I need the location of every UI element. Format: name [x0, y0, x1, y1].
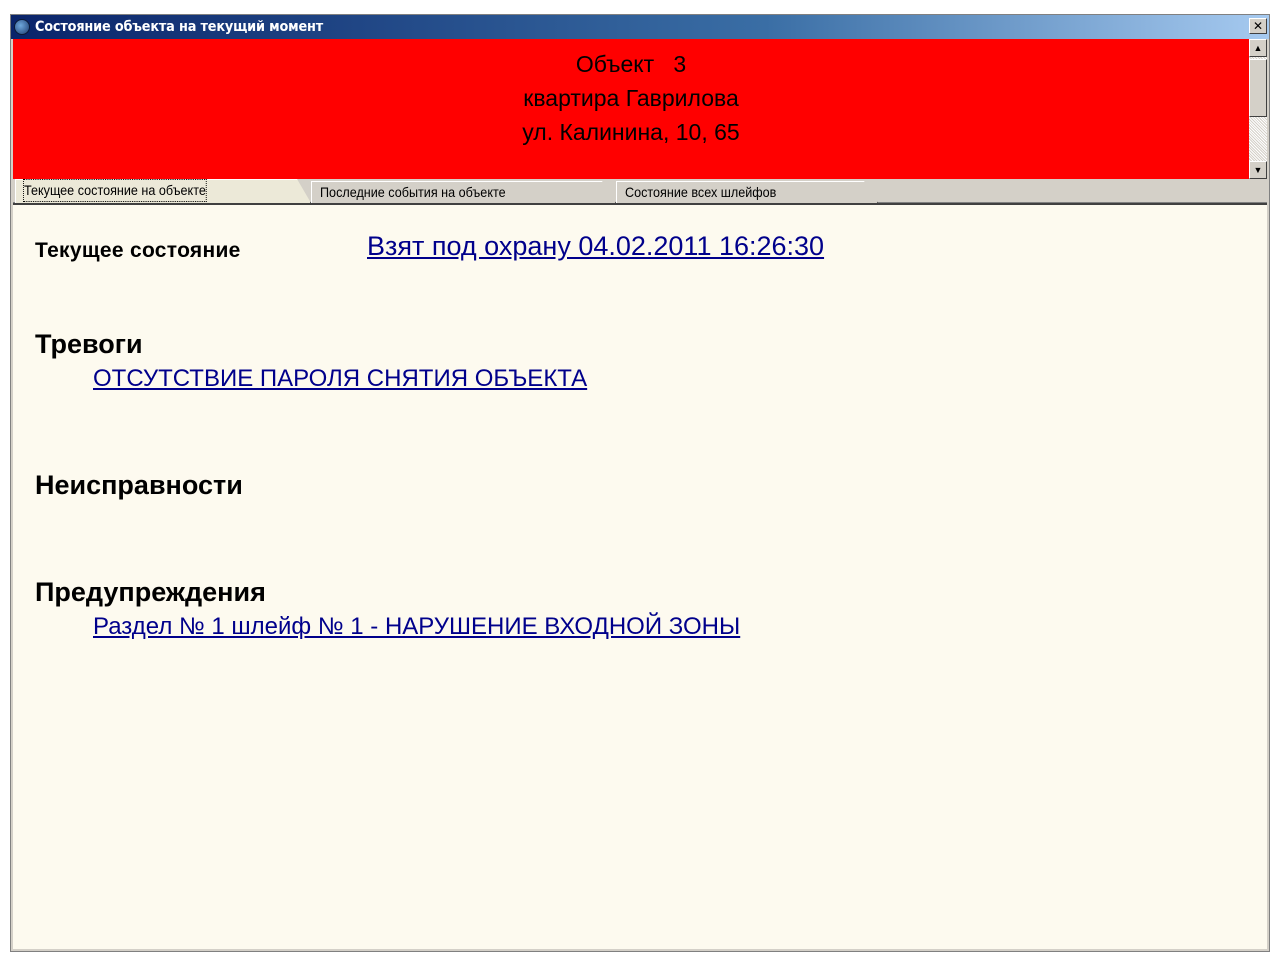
object-state-window: Состояние объекта на текущий момент ✕ Об…	[10, 14, 1270, 952]
scroll-down-button[interactable]: ▼	[1249, 161, 1267, 179]
tab-strip: Текущее состояние на объекте Последние с…	[13, 179, 1267, 203]
close-icon: ✕	[1252, 19, 1264, 33]
object-name: квартира Гаврилова	[523, 85, 739, 111]
alarms-heading: Тревоги	[35, 329, 143, 359]
window-title: Состояние объекта на текущий момент	[35, 19, 324, 35]
current-state-panel: Текущее состояние Взят под охрану 04.02.…	[13, 203, 1267, 949]
tab-current-state-label: Текущее состояние на объекте	[24, 180, 206, 201]
current-state-label: Текущее состояние	[35, 239, 241, 262]
warnings-heading: Предупреждения	[35, 577, 266, 607]
tab-all-loops-label: Состояние всех шлейфов	[625, 184, 777, 200]
object-number: Объект 3	[575, 51, 687, 77]
tab-recent-events[interactable]: Последние события на объекте	[311, 181, 616, 203]
tab-all-loops[interactable]: Состояние всех шлейфов	[616, 181, 878, 203]
alarm-item-link[interactable]: ОТСУТСТВИЕ ПАРОЛЯ СНЯТИЯ ОБЪЕКТА	[93, 365, 587, 393]
faults-heading: Неисправности	[35, 470, 243, 500]
close-button[interactable]: ✕	[1249, 18, 1267, 34]
object-header: Объект 3 квартира Гаврилова ул. Калинина…	[13, 39, 1249, 179]
current-state-link[interactable]: Взят под охрану 04.02.2011 16:26:30	[367, 231, 824, 262]
tab-recent-events-label: Последние события на объекте	[320, 184, 506, 200]
app-icon	[14, 19, 30, 35]
title-bar[interactable]: Состояние объекта на текущий момент ✕	[11, 15, 1269, 39]
object-address: ул. Калинина, 10, 65	[522, 119, 740, 145]
arrow-up-icon: ▲	[1253, 43, 1263, 53]
object-header-area: Объект 3 квартира Гаврилова ул. Калинина…	[13, 39, 1267, 179]
tab-current-state[interactable]: Текущее состояние на объекте	[15, 179, 311, 203]
warning-item-link[interactable]: Раздел № 1 шлейф № 1 - НАРУШЕНИЕ ВХОДНОЙ…	[93, 613, 740, 641]
scroll-thumb[interactable]	[1249, 59, 1267, 117]
header-scrollbar[interactable]: ▲ ▼	[1249, 39, 1267, 179]
arrow-down-icon: ▼	[1253, 165, 1263, 175]
scroll-up-button[interactable]: ▲	[1249, 39, 1267, 57]
